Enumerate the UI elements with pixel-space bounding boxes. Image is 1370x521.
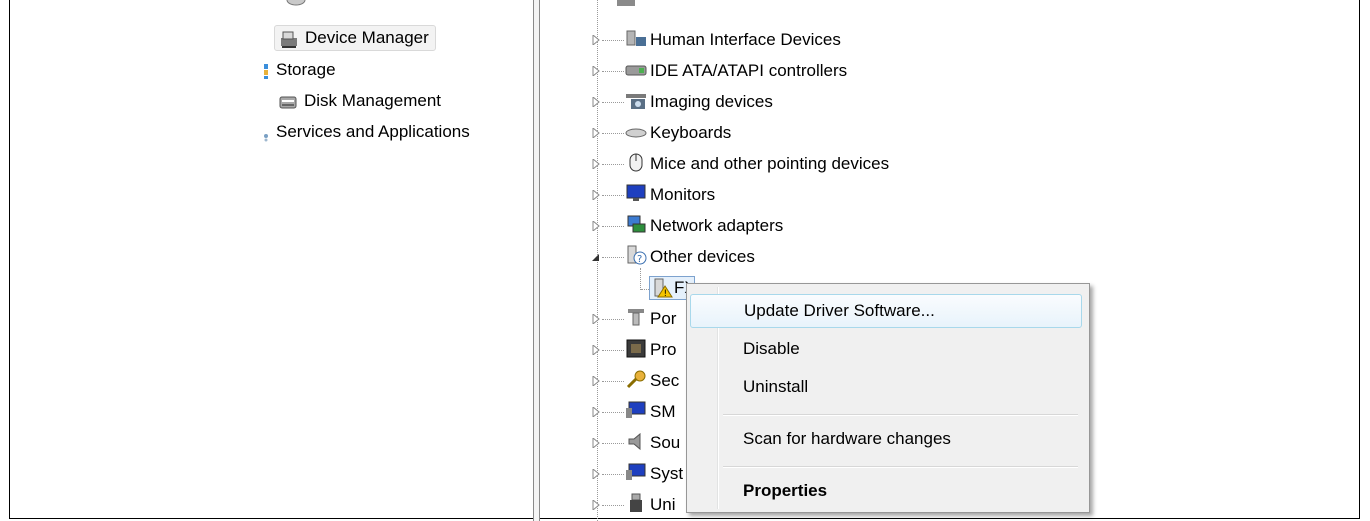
hid-icon: [626, 30, 646, 46]
nav-disk-management-label: Disk Management: [304, 91, 442, 110]
row-connector: [602, 102, 624, 104]
menu-update-driver[interactable]: Update Driver Software...: [690, 294, 1082, 328]
tree-label: Por: [650, 309, 677, 328]
svg-text:?: ?: [637, 254, 642, 265]
monitor-icon: [626, 184, 646, 201]
nav-device-manager-label: Device Manager: [305, 28, 429, 47]
row-connector: [602, 443, 624, 445]
expand-arrow-icon[interactable]: [592, 376, 600, 386]
tree-label: Sec: [650, 371, 680, 390]
row-connector: [602, 350, 624, 352]
services-icon: [262, 124, 270, 142]
nav-services-applications[interactable]: Services and Applications: [262, 120, 470, 144]
nav-device-manager[interactable]: Device Manager: [274, 25, 436, 51]
expand-arrow-icon[interactable]: [592, 35, 600, 45]
device-manager-icon: [279, 30, 299, 48]
sm-icon: [626, 401, 646, 418]
menu-uninstall[interactable]: Uninstall: [690, 370, 1082, 404]
tree-label: Monitors: [650, 185, 716, 204]
disk-management-icon: [278, 93, 298, 111]
camera-icon: [626, 94, 646, 109]
tree-label: Pro: [650, 340, 677, 359]
expand-arrow-icon[interactable]: [592, 66, 600, 76]
expand-arrow-icon[interactable]: [592, 438, 600, 448]
row-connector: [602, 195, 624, 197]
row-connector: [602, 164, 624, 166]
menu-separator: [723, 414, 1078, 416]
row-connector: [602, 71, 624, 73]
tree-label: Human Interface Devices: [650, 30, 841, 49]
unknown-device-icon: ?: [627, 245, 647, 265]
menu-separator: [723, 466, 1078, 468]
tree-label: Uni: [650, 495, 676, 514]
collapse-arrow-icon[interactable]: [592, 252, 600, 262]
computer-management-icon: [286, 0, 306, 6]
tree-label: Sou: [650, 433, 681, 452]
tree-child-guide-line: [640, 268, 642, 290]
ide-icon: [625, 65, 647, 76]
nav-disk-management[interactable]: Disk Management: [278, 89, 441, 113]
expand-arrow-icon[interactable]: [592, 407, 600, 417]
nav-services-label: Services and Applications: [276, 122, 470, 141]
expand-arrow-icon[interactable]: [592, 345, 600, 355]
tree-label: Keyboards: [650, 123, 732, 142]
expand-arrow-icon[interactable]: [592, 128, 600, 138]
row-connector: [602, 226, 624, 228]
port-icon: [628, 309, 644, 326]
menu-scan-hardware[interactable]: Scan for hardware changes: [690, 422, 1082, 456]
row-connector: [602, 319, 624, 321]
tree-label: Syst: [650, 464, 684, 483]
speaker-icon: [628, 432, 641, 451]
tree-label: Other devices: [650, 247, 755, 266]
tree-label: IDE ATA/ATAPI controllers: [650, 61, 848, 80]
warning-device-icon: !: [654, 278, 673, 298]
partial-top-icon: [617, 0, 635, 6]
row-connector: [602, 257, 624, 259]
tree-label: Network adapters: [650, 216, 784, 235]
row-connector: [602, 133, 624, 135]
svg-text:!: !: [664, 289, 668, 298]
tree-label: SM: [650, 402, 676, 421]
network-icon: [627, 215, 646, 233]
expand-arrow-icon[interactable]: [592, 97, 600, 107]
tree-label: Mice and other pointing devices: [650, 154, 890, 173]
system-icon: [626, 463, 646, 480]
expand-arrow-icon[interactable]: [592, 190, 600, 200]
row-connector: [602, 381, 624, 383]
nav-storage-label: Storage: [276, 60, 336, 79]
mouse-icon: [629, 153, 643, 172]
menu-properties[interactable]: Properties: [690, 474, 1082, 508]
row-connector: [602, 40, 624, 42]
processor-icon: [626, 339, 646, 358]
nav-storage[interactable]: Storage: [262, 58, 336, 82]
keyboard-icon: [625, 128, 647, 138]
key-icon: [626, 370, 646, 389]
expand-arrow-icon[interactable]: [592, 314, 600, 324]
row-connector: [602, 474, 624, 476]
pane-splitter[interactable]: [533, 0, 540, 521]
storage-icon: [262, 62, 270, 80]
context-menu: Update Driver Software... Disable Uninst…: [686, 283, 1090, 513]
usb-icon: [630, 493, 642, 512]
expand-arrow-icon[interactable]: [592, 500, 600, 510]
expand-arrow-icon[interactable]: [592, 159, 600, 169]
row-connector: [602, 412, 624, 414]
expand-arrow-icon[interactable]: [592, 469, 600, 479]
row-connector: [602, 505, 624, 507]
tree-label: Imaging devices: [650, 92, 773, 111]
expand-arrow-icon[interactable]: [592, 221, 600, 231]
menu-disable[interactable]: Disable: [690, 332, 1082, 366]
